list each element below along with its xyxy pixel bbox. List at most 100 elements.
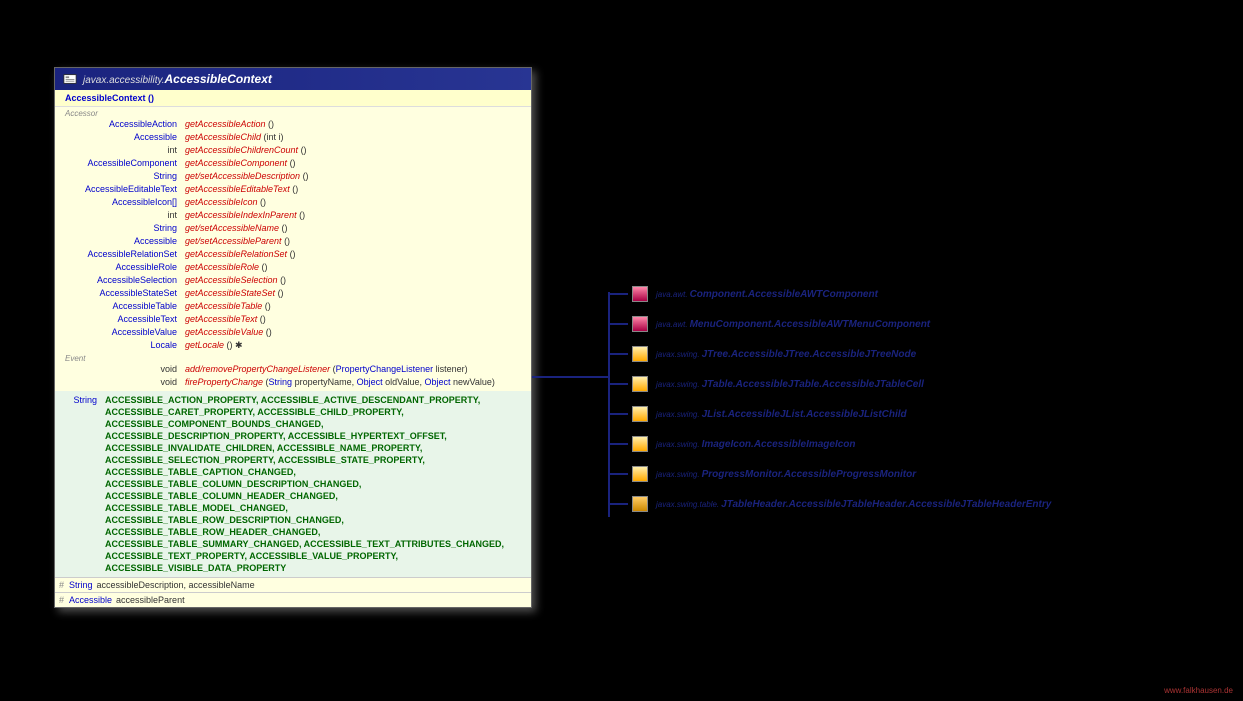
return-type: AccessibleComponent: [65, 157, 185, 170]
method-row: AccessiblegetAccessibleChild (int i): [55, 131, 531, 144]
class-icon: [63, 72, 77, 86]
connector-branch: [608, 443, 628, 445]
return-type: Locale: [65, 339, 185, 352]
method-signature: getAccessibleChildrenCount (): [185, 144, 307, 157]
subclass-package: javax.swing.table.: [656, 500, 719, 509]
constructor: AccessibleContext (): [55, 90, 531, 107]
method-row: voidadd/removePropertyChangeListener (Pr…: [55, 363, 531, 376]
connector-branch: [608, 503, 628, 505]
method-row: intgetAccessibleChildrenCount (): [55, 144, 531, 157]
method-signature: getAccessibleText (): [185, 313, 266, 326]
subclass-name: Component.AccessibleAWTComponent: [690, 289, 878, 300]
subclass-package: javax.swing.: [656, 470, 700, 479]
method-signature: getAccessibleAction (): [185, 118, 274, 131]
subclass-package: java.awt.: [656, 290, 688, 299]
header-classname: AccessibleContext: [165, 72, 272, 86]
method-signature: getAccessibleSelection (): [185, 274, 286, 287]
method-row: LocalegetLocale () ✱: [55, 339, 531, 352]
subclass-name: JTableHeader.AccessibleJTableHeader.Acce…: [721, 499, 1051, 510]
subclass-row[interactable]: javax.swing.JTable.AccessibleJTable.Acce…: [620, 375, 1051, 393]
return-type: AccessibleRelationSet: [65, 248, 185, 261]
subclass-package: javax.swing.: [656, 440, 700, 449]
subclass-package: java.awt.: [656, 320, 688, 329]
subclass-package: javax.swing.: [656, 380, 700, 389]
method-row: voidfirePropertyChange (String propertyN…: [55, 376, 531, 389]
method-row: AccessibleSelectiongetAccessibleSelectio…: [55, 274, 531, 287]
return-type: Accessible: [65, 235, 185, 248]
method-row: AccessibleStateSetgetAccessibleStateSet …: [55, 287, 531, 300]
accessor-list: AccessibleActiongetAccessibleAction ()Ac…: [55, 118, 531, 352]
method-row: AccessibleTablegetAccessibleTable (): [55, 300, 531, 313]
subclass-row[interactable]: javax.swing.ImageIcon.AccessibleImageIco…: [620, 435, 1051, 453]
method-signature: firePropertyChange (String propertyName,…: [185, 376, 495, 389]
subclass-row[interactable]: javax.swing.ProgressMonitor.AccessiblePr…: [620, 465, 1051, 483]
return-type: String: [65, 222, 185, 235]
method-row: AccessibleIcon[]getAccessibleIcon (): [55, 196, 531, 209]
subclass-list: java.awt.Component.AccessibleAWTComponen…: [620, 285, 1051, 525]
method-signature: get/setAccessibleName (): [185, 222, 288, 235]
method-signature: getAccessibleEditableText (): [185, 183, 298, 196]
protected-list: #String accessibleDescription, accessibl…: [55, 577, 531, 607]
method-signature: get/setAccessibleDescription (): [185, 170, 309, 183]
connector-branch: [608, 383, 628, 385]
method-row: intgetAccessibleIndexInParent (): [55, 209, 531, 222]
return-type: Accessible: [65, 131, 185, 144]
event-list: voidadd/removePropertyChangeListener (Pr…: [55, 363, 531, 389]
method-signature: getAccessibleValue (): [185, 326, 272, 339]
subclass-name: ImageIcon.AccessibleImageIcon: [702, 439, 856, 450]
connector-vertical: [608, 292, 610, 517]
protected-row: #String accessibleDescription, accessibl…: [55, 577, 531, 592]
method-signature: getAccessibleIcon (): [185, 196, 266, 209]
method-signature: add/removePropertyChangeListener (Proper…: [185, 363, 468, 376]
return-type: AccessibleEditableText: [65, 183, 185, 196]
section-accessor-label: Accessor: [55, 107, 531, 118]
method-signature: getAccessibleChild (int i): [185, 131, 284, 144]
method-signature: getAccessibleTable (): [185, 300, 271, 313]
return-type: int: [65, 209, 185, 222]
method-signature: getAccessibleIndexInParent (): [185, 209, 305, 222]
return-type: AccessibleText: [65, 313, 185, 326]
return-type: AccessibleRole: [65, 261, 185, 274]
connector-branch: [608, 323, 628, 325]
return-type: AccessibleTable: [65, 300, 185, 313]
connector-main: [532, 376, 608, 378]
return-type: void: [65, 376, 185, 389]
section-event-label: Event: [55, 352, 531, 363]
class-box: javax.accessibility.AccessibleContext Ac…: [54, 67, 532, 608]
method-row: Stringget/setAccessibleDescription (): [55, 170, 531, 183]
method-row: AccessibleEditableTextgetAccessibleEdita…: [55, 183, 531, 196]
swing-icon: [632, 406, 648, 422]
subclass-row[interactable]: javax.swing.JTree.AccessibleJTree.Access…: [620, 345, 1051, 363]
method-row: AccessibleTextgetAccessibleText (): [55, 313, 531, 326]
constants-type: String: [65, 394, 105, 574]
return-type: AccessibleValue: [65, 326, 185, 339]
method-row: AccessibleValuegetAccessibleValue (): [55, 326, 531, 339]
method-signature: getLocale () ✱: [185, 339, 243, 352]
subclass-name: ProgressMonitor.AccessibleProgressMonito…: [702, 469, 917, 480]
subclass-row[interactable]: java.awt.MenuComponent.AccessibleAWTMenu…: [620, 315, 1051, 333]
method-row: AccessibleActiongetAccessibleAction (): [55, 118, 531, 131]
subclass-row[interactable]: javax.swing.JList.AccessibleJList.Access…: [620, 405, 1051, 423]
method-row: Accessibleget/setAccessibleParent (): [55, 235, 531, 248]
swing-icon: [632, 436, 648, 452]
subclass-name: JTree.AccessibleJTree.AccessibleJTreeNod…: [702, 349, 917, 360]
footer-link[interactable]: www.falkhausen.de: [1164, 686, 1233, 695]
subclass-name: JTable.AccessibleJTable.AccessibleJTable…: [702, 379, 924, 390]
method-row: AccessibleRolegetAccessibleRole (): [55, 261, 531, 274]
method-row: Stringget/setAccessibleName (): [55, 222, 531, 235]
method-signature: getAccessibleComponent (): [185, 157, 296, 170]
method-signature: getAccessibleRole (): [185, 261, 268, 274]
swing-icon: [632, 466, 648, 482]
return-type: int: [65, 144, 185, 157]
method-row: AccessibleComponentgetAccessibleComponen…: [55, 157, 531, 170]
subclass-package: javax.swing.: [656, 410, 700, 419]
constants-list: ACCESSIBLE_ACTION_PROPERTY, ACCESSIBLE_A…: [105, 394, 505, 574]
component-icon: [632, 316, 648, 332]
method-signature: getAccessibleStateSet (): [185, 287, 284, 300]
subclass-row[interactable]: java.awt.Component.AccessibleAWTComponen…: [620, 285, 1051, 303]
header-package: javax.accessibility.: [83, 75, 165, 86]
connector-branch: [608, 413, 628, 415]
class-header: javax.accessibility.AccessibleContext: [55, 68, 531, 90]
constants-block: String ACCESSIBLE_ACTION_PROPERTY, ACCES…: [55, 391, 531, 577]
subclass-row[interactable]: javax.swing.table.JTableHeader.Accessibl…: [620, 495, 1051, 513]
